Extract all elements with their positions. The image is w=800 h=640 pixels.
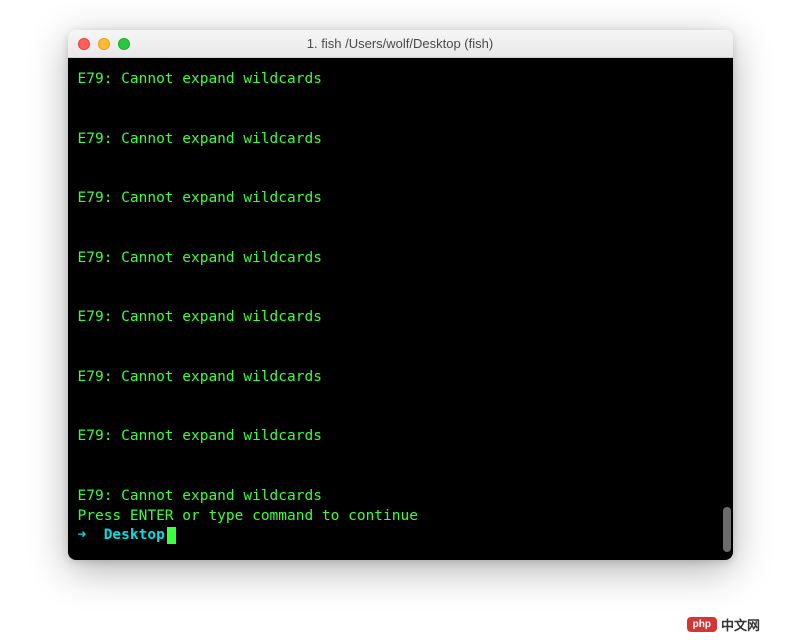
window-title: 1. fish /Users/wolf/Desktop (fish)	[68, 36, 733, 51]
prompt-line[interactable]: ➜ Desktop	[78, 526, 723, 546]
error-line: E79: Cannot expand wildcards	[78, 487, 723, 507]
error-line: E79: Cannot expand wildcards	[78, 249, 723, 269]
prompt-arrow-icon: ➜	[78, 526, 104, 546]
error-line: E79: Cannot expand wildcards	[78, 130, 723, 150]
watermark-text: 中文网	[721, 615, 760, 634]
error-line: E79: Cannot expand wildcards	[78, 189, 723, 209]
scrollbar[interactable]	[723, 507, 731, 552]
watermark-badge: php	[687, 617, 717, 632]
cursor-icon	[167, 527, 176, 544]
traffic-lights	[78, 38, 130, 50]
close-icon[interactable]	[78, 38, 90, 50]
error-line: E79: Cannot expand wildcards	[78, 368, 723, 388]
error-line: E79: Cannot expand wildcards	[78, 308, 723, 328]
error-line: E79: Cannot expand wildcards	[78, 70, 723, 90]
watermark: php 中文网	[687, 615, 760, 634]
terminal-window: 1. fish /Users/wolf/Desktop (fish) E79: …	[68, 30, 733, 560]
terminal-body[interactable]: E79: Cannot expand wildcards E79: Cannot…	[68, 58, 733, 560]
minimize-icon[interactable]	[98, 38, 110, 50]
titlebar[interactable]: 1. fish /Users/wolf/Desktop (fish)	[68, 30, 733, 58]
error-line: E79: Cannot expand wildcards	[78, 427, 723, 447]
press-enter-line: Press ENTER or type command to continue	[78, 507, 723, 527]
maximize-icon[interactable]	[118, 38, 130, 50]
prompt-cwd: Desktop	[104, 526, 165, 546]
